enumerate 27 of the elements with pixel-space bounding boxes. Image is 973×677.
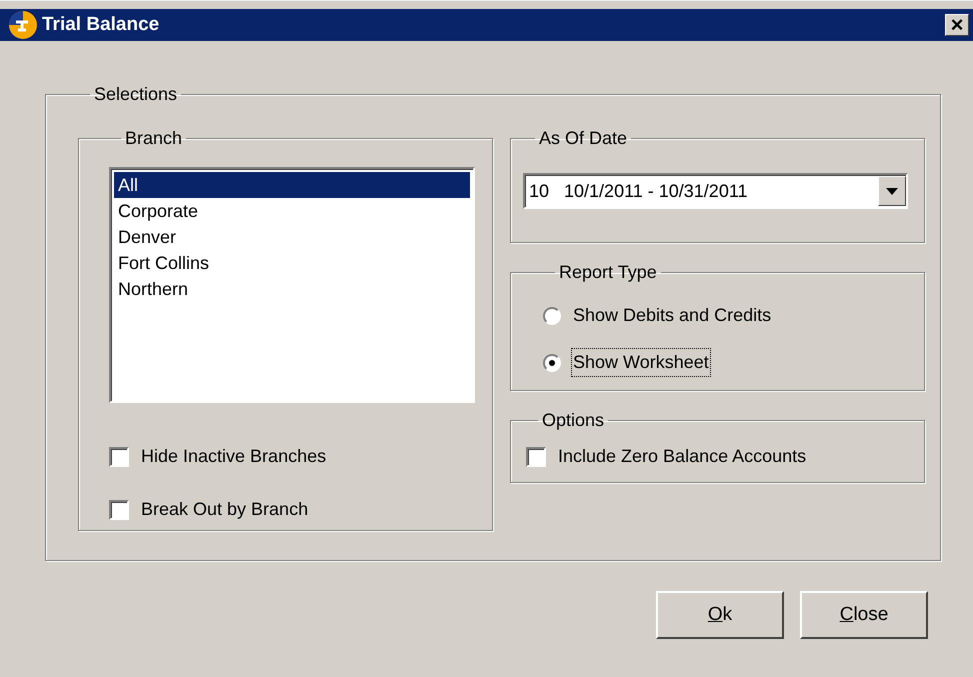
checkbox-label: Include Zero Balance Accounts — [558, 445, 806, 468]
dialog-button[interactable]: Close — [800, 591, 928, 639]
radio-label: Show Debits and Credits — [572, 304, 772, 327]
group-title: Report Type — [558, 263, 658, 281]
checkbox[interactable] — [526, 446, 546, 466]
radio-button[interactable] — [543, 306, 561, 324]
list-item[interactable]: Fort Collins — [114, 250, 470, 276]
checkbox[interactable] — [109, 500, 129, 520]
list-item[interactable]: All — [114, 172, 470, 198]
group-title: Options — [541, 411, 606, 429]
checkbox[interactable] — [109, 446, 129, 466]
date-dropdown[interactable]: 10 10/1/2011 - 10/31/2011 — [523, 173, 908, 209]
logo-icon — [8, 10, 38, 40]
list-item[interactable]: Denver — [114, 224, 470, 250]
checkbox-label: Break Out by Branch — [141, 498, 308, 521]
group-title: Branch — [124, 129, 184, 147]
dropdown-value: 10 10/1/2011 - 10/31/2011 — [528, 180, 749, 202]
close-button[interactable]: × — [945, 14, 969, 36]
window-title: Trial Balance — [42, 12, 160, 37]
list-item[interactable]: Corporate — [114, 198, 470, 224]
group-title: Selections — [93, 85, 178, 103]
radio-label: Show Worksheet — [571, 348, 711, 377]
radio-button[interactable] — [543, 354, 561, 372]
dialog-button[interactable]: Ok — [656, 591, 784, 639]
checkbox-label: Hide Inactive Branches — [141, 445, 326, 468]
group-title: As Of Date — [538, 129, 628, 147]
list-item[interactable]: Northern — [114, 276, 470, 302]
